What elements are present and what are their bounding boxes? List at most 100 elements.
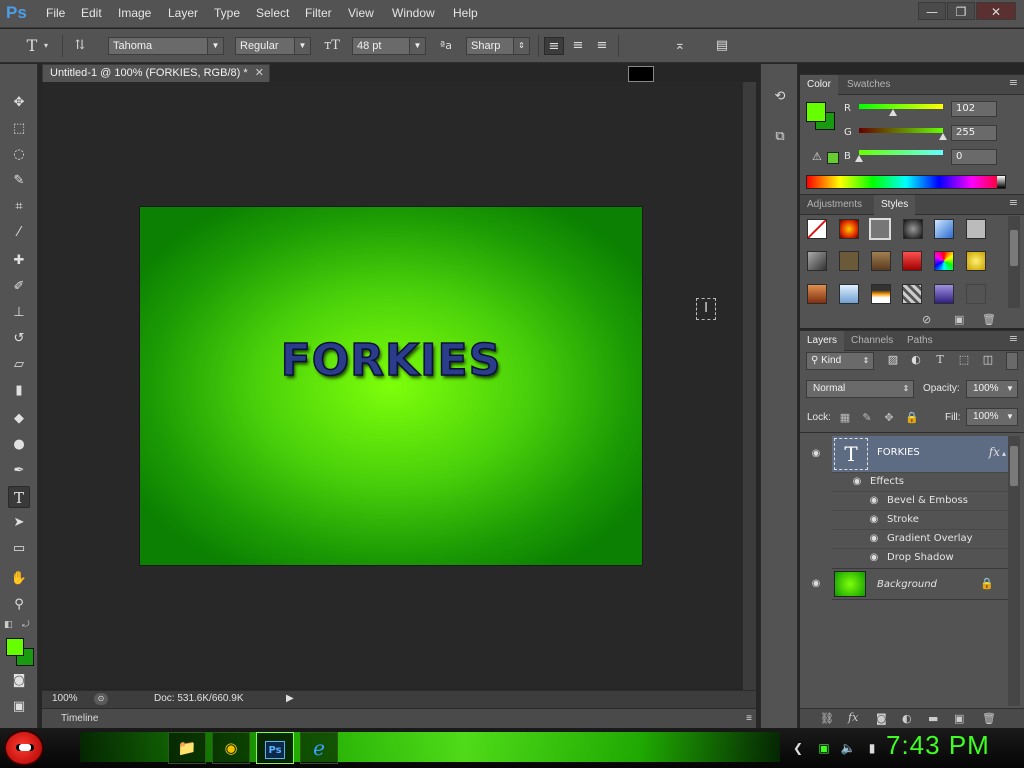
style-preset[interactable] [871,251,891,271]
menu-view[interactable]: View [348,6,374,20]
menu-select[interactable]: Select [256,6,289,20]
style-preset[interactable] [966,284,986,304]
zoom-level[interactable]: 100% [52,691,78,707]
taskbar-chrome[interactable]: ◉ [212,732,250,764]
eye-icon[interactable]: ◉ [867,513,881,527]
status-info-icon[interactable]: ⊙ [94,693,108,705]
panel-menu-icon[interactable]: ≡ [1009,196,1018,209]
align-right-icon[interactable]: ≡ [592,37,612,55]
style-preset[interactable] [966,251,986,271]
eraser-tool-icon[interactable]: ▱ [8,354,30,376]
blue-channel-slider[interactable] [859,150,943,155]
quick-mask-icon[interactable]: ◙ [8,670,30,692]
menu-filter[interactable]: Filter [305,6,332,20]
effects-row[interactable]: ◉ Effects [832,472,1008,491]
antialias-select[interactable]: Sharp ⇕ [466,37,530,55]
eye-icon[interactable]: ◉ [867,551,881,565]
tab-styles[interactable]: Styles [874,195,916,215]
align-left-icon[interactable]: ≡ [544,37,564,55]
eye-icon[interactable]: ◉ [867,532,881,546]
network-icon[interactable]: ▣ [816,738,832,758]
new-style-icon[interactable]: ▣ [954,313,964,326]
style-preset[interactable] [966,219,986,239]
lock-all-icon[interactable]: 🔒 [905,411,919,425]
lock-transparent-icon[interactable]: ▦ [838,411,852,425]
tab-paths[interactable]: Paths [900,331,940,351]
eye-icon[interactable]: ◉ [850,475,864,489]
battery-icon[interactable]: ▮ [864,738,880,758]
marquee-tool-icon[interactable]: ⬚ [8,118,30,140]
effect-row-drop-shadow[interactable]: ◉ Drop Shadow [832,548,1008,567]
taskbar-clock[interactable]: 7:43 PM [886,730,990,761]
tab-swatches[interactable]: Swatches [840,75,897,95]
green-value-field[interactable]: 255 [951,125,997,141]
blend-mode-select[interactable]: Normal ⇕ [806,380,914,398]
lasso-tool-icon[interactable]: ◌ [8,144,30,166]
add-mask-icon[interactable]: ◙ [876,712,887,725]
style-preset[interactable] [807,251,827,271]
path-selection-tool-icon[interactable]: ➤ [8,512,30,534]
document-tab[interactable]: Untitled-1 @ 100% (FORKIES, RGB/8) * ✕ [42,64,270,82]
foreground-color-swatch[interactable] [806,102,826,122]
style-preset[interactable] [934,284,954,304]
properties-panel-icon[interactable]: ⧉ [769,126,791,148]
type-tool-preset-icon[interactable]: T [22,37,42,55]
tab-adjustments[interactable]: Adjustments [800,195,869,215]
align-center-icon[interactable]: ≡ [568,37,588,55]
panel-menu-icon[interactable]: ≡ [1009,76,1018,89]
layer-row-background[interactable]: Background 🔒 [832,568,1008,600]
effect-row-gradient-overlay[interactable]: ◉ Gradient Overlay [832,529,1008,548]
healing-brush-tool-icon[interactable]: ✚ [8,250,30,272]
font-family-select[interactable]: Tahoma ▼ [108,37,224,55]
tab-channels[interactable]: Channels [844,331,900,351]
blue-value-field[interactable]: 0 [951,149,997,165]
tool-preset-dropdown-icon[interactable]: ▾ [40,37,52,55]
taskbar-file-explorer[interactable]: 📁 [168,732,206,764]
dodge-tool-icon[interactable]: ● [8,434,30,456]
fill-field[interactable]: 100% ▼ [966,408,1018,426]
style-preset[interactable] [871,284,891,304]
style-preset[interactable] [934,251,954,271]
panel-menu-icon[interactable]: ≡ [746,709,752,728]
zoom-tool-icon[interactable]: ⚲ [8,594,30,616]
layers-scrollbar[interactable] [1008,436,1020,706]
eye-icon[interactable]: ◉ [809,577,823,591]
style-preset[interactable] [807,284,827,304]
fx-icon[interactable]: fx [989,445,1000,459]
new-adjustment-layer-icon[interactable]: ◐ [902,712,912,725]
layer-filter-select[interactable]: ⚲ Kind ⇕ [806,352,874,370]
style-preset[interactable] [839,284,859,304]
show-hidden-icons-icon[interactable]: ❮ [790,738,806,758]
pixel-filter-icon[interactable]: ▨ [886,353,900,367]
opacity-field[interactable]: 100% ▼ [966,380,1018,398]
panel-menu-icon[interactable]: ≡ [1009,332,1018,345]
eye-icon[interactable]: ◉ [867,494,881,508]
style-preset[interactable] [869,218,891,240]
collapse-effects-icon[interactable]: ▴ [1000,436,1008,472]
type-filter-icon[interactable]: T [933,353,947,367]
lock-image-icon[interactable]: ✎ [860,411,874,425]
history-panel-icon[interactable]: ⟲ [769,86,791,108]
eye-icon[interactable]: ◉ [809,447,823,461]
smart-object-filter-icon[interactable]: ◫ [981,353,995,367]
font-size-select[interactable]: 48 pt ▼ [352,37,426,55]
swap-colors-icon[interactable]: ⤾ [22,620,30,630]
timeline-panel[interactable]: Timeline ≡ [42,708,756,728]
taskbar-photoshop[interactable]: Ps [256,732,294,764]
gamut-color-swatch[interactable] [827,152,839,164]
styles-scrollbar[interactable] [1008,216,1020,308]
gradient-tool-icon[interactable]: ▮ [8,380,30,402]
text-color-swatch[interactable] [628,66,654,82]
menu-file[interactable]: File [46,6,65,20]
layer-row-forkies[interactable]: T FORKIES fx [832,436,1008,472]
eyedropper-tool-icon[interactable]: ⁄ [8,222,30,244]
trash-icon[interactable]: 🗑 [982,313,996,326]
menu-type[interactable]: Type [214,6,240,20]
warp-text-icon[interactable]: ⌅ [670,37,690,55]
brush-tool-icon[interactable]: ✐ [8,276,30,298]
quick-select-tool-icon[interactable]: ✎ [8,170,30,192]
style-preset[interactable] [934,219,954,239]
foreground-color-swatch[interactable] [6,638,24,656]
menu-layer[interactable]: Layer [168,6,198,20]
layer-name[interactable]: Background [877,579,937,590]
